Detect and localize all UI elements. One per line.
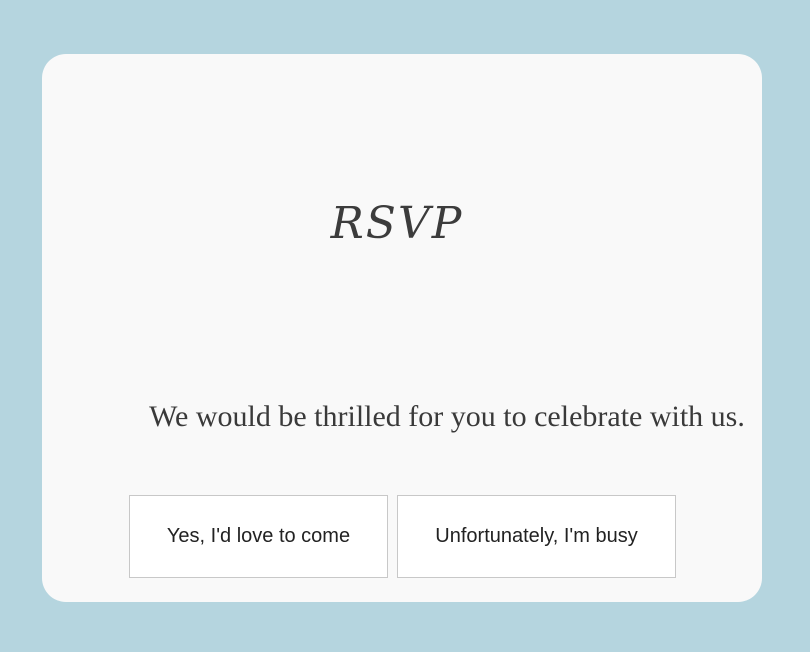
accept-button[interactable]: Yes, I'd love to come — [129, 495, 388, 578]
invitation-message: We would be thrilled for you to celebrat… — [149, 400, 745, 433]
rsvp-title: RSVP — [330, 198, 464, 249]
decline-button[interactable]: Unfortunately, I'm busy — [397, 495, 676, 578]
